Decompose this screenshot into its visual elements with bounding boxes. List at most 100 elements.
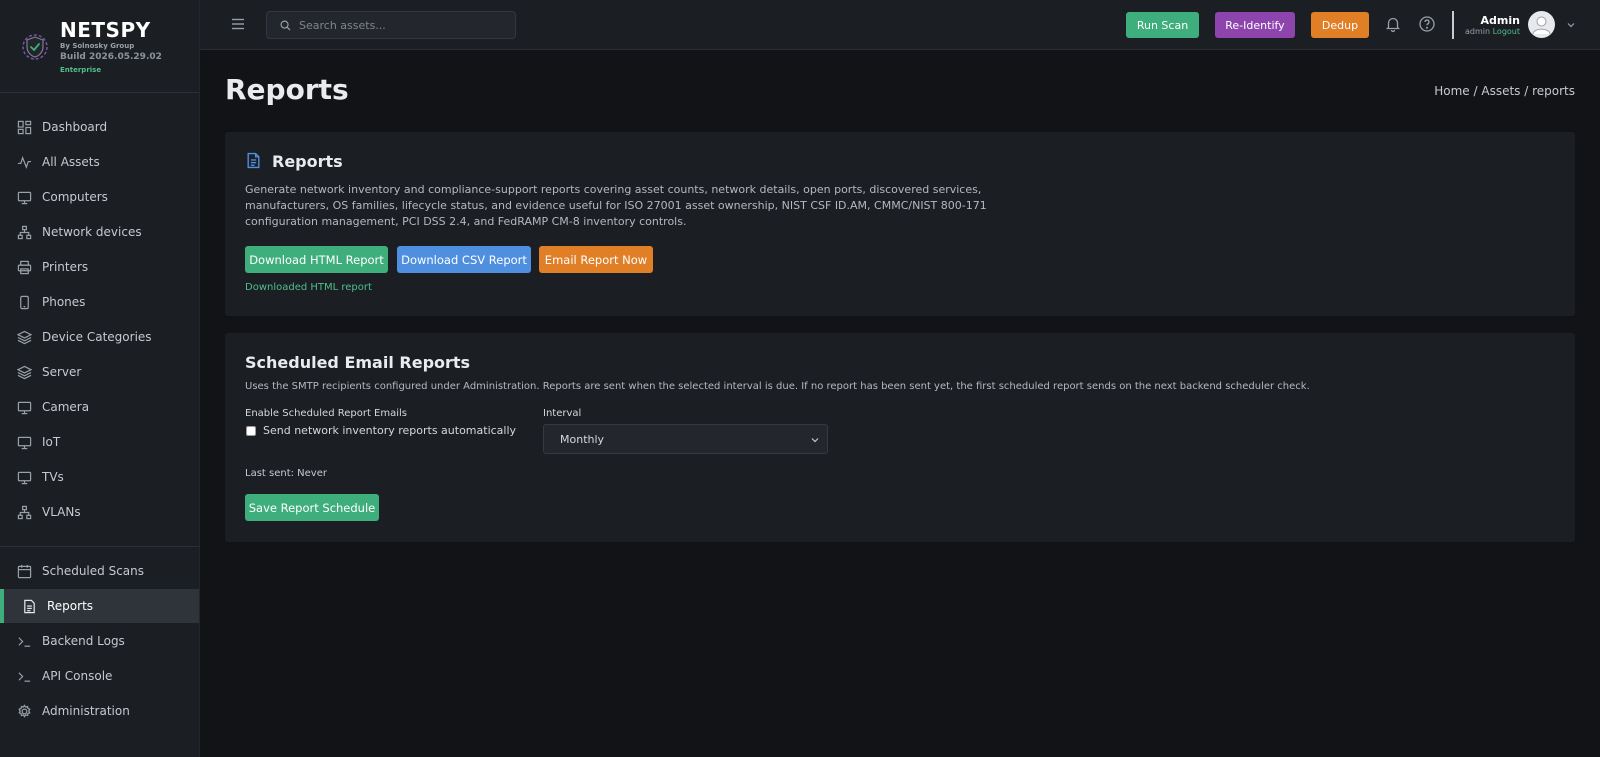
sidebar-item-server[interactable]: Server <box>0 355 199 389</box>
sidebar-item-iot[interactable]: IoT <box>0 425 199 459</box>
network-icon <box>17 225 32 240</box>
last-sent: Last sent: Never <box>245 468 327 479</box>
sidebar-item-label: Dashboard <box>42 120 108 134</box>
sidebar-item-label: IoT <box>42 435 61 449</box>
document-icon <box>245 152 262 169</box>
sidebar-item-computers[interactable]: Computers <box>0 180 199 214</box>
avatar[interactable] <box>1528 11 1555 38</box>
search-input[interactable] <box>299 16 509 35</box>
sidebar-item-network-devices[interactable]: Network devices <box>0 215 199 249</box>
search-icon <box>280 20 291 31</box>
status-message: Downloaded HTML report <box>245 282 372 293</box>
activity-icon <box>17 155 32 170</box>
brand: NETSPY By Solnosky Group Build 2026.05.2… <box>18 18 198 80</box>
help-icon[interactable] <box>1418 15 1436 33</box>
sidebar-item-api-console[interactable]: API Console <box>0 659 199 693</box>
monitor-icon <box>17 190 32 205</box>
sidebar: NETSPY By Solnosky Group Build 2026.05.2… <box>0 0 200 757</box>
interval-select[interactable]: Monthly <box>543 424 828 454</box>
re-identify-button[interactable]: Re-Identify <box>1215 12 1295 38</box>
sidebar-item-camera[interactable]: Camera <box>0 390 199 424</box>
download-csv-report-button[interactable]: Download CSV Report <box>397 246 531 273</box>
breadcrumb-home[interactable]: Home <box>1434 84 1469 98</box>
sidebar-item-label: Computers <box>42 190 108 204</box>
enable-label: Enable Scheduled Report Emails <box>245 408 408 419</box>
sidebar-item-label: Reports <box>47 599 94 613</box>
user-name: Admin <box>1480 14 1520 27</box>
vertical-separator <box>1452 11 1454 39</box>
scheduled-reports-card: Scheduled Email Reports Uses the SMTP re… <box>225 333 1575 542</box>
sidebar-item-label: TVs <box>42 470 64 484</box>
phone-icon <box>17 295 32 310</box>
brand-name: NETSPY <box>60 18 151 42</box>
sidebar-item-label: Phones <box>42 295 86 309</box>
sidebar-item-phones[interactable]: Phones <box>0 285 199 319</box>
sidebar-item-backend-logs[interactable]: Backend Logs <box>0 624 199 658</box>
sidebar-item-label: Device Categories <box>42 330 152 344</box>
sidebar-divider <box>0 546 199 547</box>
search-box <box>266 11 516 39</box>
shield-logo-icon <box>20 32 50 62</box>
logout-link[interactable]: Logout <box>1493 27 1520 36</box>
download-html-report-button[interactable]: Download HTML Report <box>245 246 388 273</box>
breadcrumb: Home / Assets / reports <box>1434 84 1575 98</box>
sidebar-item-label: Network devices <box>42 225 142 239</box>
sidebar-item-vlans[interactable]: VLANs <box>0 495 199 529</box>
page-title: Reports <box>225 73 349 106</box>
monitor-icon <box>17 435 32 450</box>
sidebar-item-reports[interactable]: Reports <box>0 589 199 623</box>
sidebar-item-tvs[interactable]: TVs <box>0 460 199 494</box>
scheduled-reports-description: Uses the SMTP recipients configured unde… <box>245 381 1310 392</box>
checkbox-label[interactable]: Send network inventory reports automatic… <box>263 424 516 437</box>
sidebar-item-label: All Assets <box>42 155 100 169</box>
sidebar-item-label: Administration <box>42 704 130 718</box>
reports-description: Generate network inventory and complianc… <box>245 182 987 230</box>
run-scan-button[interactable]: Run Scan <box>1126 12 1199 38</box>
layers-icon <box>17 365 32 380</box>
terminal-icon <box>17 634 32 649</box>
chevron-down-icon[interactable] <box>1566 20 1576 30</box>
breadcrumb-assets[interactable]: Assets <box>1481 84 1520 98</box>
email-report-now-button[interactable]: Email Report Now <box>539 246 653 273</box>
description-line: manufacturers, OS families, lifecycle st… <box>245 199 987 212</box>
dedup-button[interactable]: Dedup <box>1311 12 1369 38</box>
description-line: configuration management, PCI DSS 2.4, a… <box>245 215 687 228</box>
topbar: Run Scan Re-Identify Dedup Admin admin L… <box>200 0 1600 50</box>
user-role: admin Logout <box>1465 27 1520 36</box>
sidebar-item-label: Camera <box>42 400 90 414</box>
sidebar-item-label: API Console <box>42 669 113 683</box>
monitor-icon <box>17 400 32 415</box>
sidebar-item-printers[interactable]: Printers <box>0 250 199 284</box>
sidebar-item-label: Server <box>42 365 82 379</box>
user-role-text: admin <box>1464 27 1491 36</box>
breadcrumb-current: reports <box>1532 84 1575 98</box>
enable-schedule-checkbox[interactable] <box>246 426 256 436</box>
layers-icon <box>17 330 32 345</box>
dashboard-icon <box>17 120 32 135</box>
reports-card-title: Reports <box>272 152 343 171</box>
bell-icon[interactable] <box>1384 15 1402 33</box>
gear-icon <box>17 703 32 719</box>
sidebar-item-administration[interactable]: Administration <box>0 694 199 728</box>
sidebar-item-device-categories[interactable]: Device Categories <box>0 320 199 354</box>
sidebar-item-all-assets[interactable]: All Assets <box>0 145 199 179</box>
brand-by: By Solnosky Group <box>60 42 135 50</box>
sidebar-item-label: Printers <box>42 260 89 274</box>
interval-select-value: Monthly <box>560 433 605 446</box>
sidebar-item-scheduled-scans[interactable]: Scheduled Scans <box>0 554 199 588</box>
interval-label: Interval <box>543 408 582 419</box>
chevron-down-icon <box>811 436 819 444</box>
brand-tier: Enterprise <box>60 66 102 74</box>
terminal-icon <box>17 669 32 684</box>
brand-build: Build 2026.05.29.02 <box>60 52 162 62</box>
sidebar-item-label: VLANs <box>42 505 81 519</box>
scheduled-reports-title: Scheduled Email Reports <box>245 353 471 372</box>
calendar-icon <box>17 564 32 579</box>
document-icon <box>22 599 37 614</box>
hamburger-menu-icon[interactable] <box>230 16 246 32</box>
monitor-icon <box>17 470 32 485</box>
save-report-schedule-button[interactable]: Save Report Schedule <box>245 494 379 521</box>
printer-icon <box>17 260 32 275</box>
sidebar-item-dashboard[interactable]: Dashboard <box>0 110 199 144</box>
sidebar-item-label: Backend Logs <box>42 634 125 648</box>
